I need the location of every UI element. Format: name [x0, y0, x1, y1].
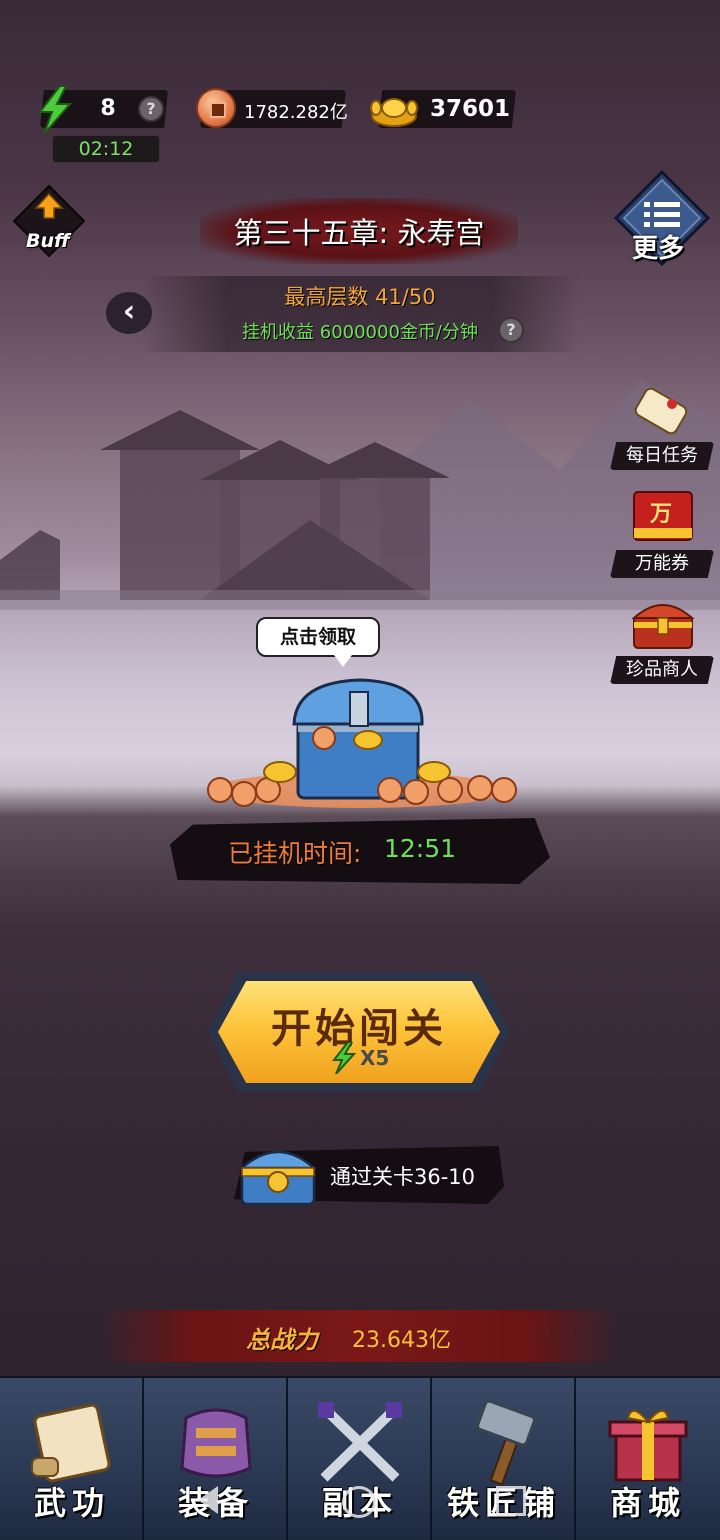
martial-scroll-icon: [31, 1403, 111, 1483]
armor-icon: [180, 1408, 252, 1478]
side-voucher[interactable]: 万 万能券: [610, 488, 714, 578]
treasure-chest-icon: [631, 604, 695, 649]
stage-reward-chest-icon[interactable]: [236, 1138, 320, 1208]
system-back-icon[interactable]: [198, 1486, 218, 1514]
system-recents-icon[interactable]: [496, 1486, 526, 1516]
energy-bolt-icon: [37, 86, 73, 134]
system-home-icon[interactable]: [342, 1486, 376, 1518]
crossed-swords-icon: [318, 1402, 402, 1482]
nav-shop[interactable]: 商城: [576, 1378, 720, 1540]
gift-box-icon: [608, 1410, 688, 1482]
stage-reward-label: 通过关卡36-10: [330, 1165, 476, 1189]
more-label: 更多: [632, 234, 685, 264]
idle-treasure-chest[interactable]: [200, 672, 520, 812]
side-treasure-merchant[interactable]: 珍品商人: [610, 594, 714, 684]
buff-label: Buff: [26, 230, 70, 252]
total-power-label: 总战力: [246, 1326, 318, 1354]
gold-value: 37601: [430, 96, 511, 122]
start-challenge-label: 开始闯关: [271, 1005, 447, 1052]
side-label-voucher: 万能券: [610, 550, 714, 578]
scroll-icon: [634, 387, 688, 435]
energy-help-button[interactable]: ?: [138, 96, 164, 122]
nav-martial-arts[interactable]: 武功: [0, 1378, 144, 1540]
side-daily-tasks[interactable]: 每日任务: [610, 380, 714, 470]
energy-cost-bolt-icon: [331, 1042, 357, 1074]
total-power-value: 23.643亿: [352, 1328, 451, 1353]
side-label-treasure-merchant: 珍品商人: [610, 656, 714, 684]
nav-label-shop: 商城: [609, 1484, 686, 1522]
gold-ingot-icon: [370, 98, 418, 127]
voucher-badge: 万: [650, 502, 673, 527]
claim-bubble[interactable]: 点击领取: [256, 617, 380, 667]
max-floor-text: 最高层数 41/50: [284, 285, 436, 309]
chapter-title: 第三十五章: 永寿宫: [233, 216, 485, 250]
idle-time-value: 12:51: [384, 834, 457, 863]
idle-time-label: 已挂机时间:: [228, 839, 362, 868]
energy-value: 8: [100, 96, 116, 121]
start-energy-cost: X5: [360, 1046, 390, 1070]
copper-coin-icon: [196, 88, 236, 128]
nav-label-martial-arts: 武功: [33, 1484, 110, 1522]
nav-equipment[interactable]: 装备: [144, 1378, 288, 1540]
copper-value: 1782.282亿: [244, 102, 348, 123]
hammer-icon: [476, 1399, 536, 1486]
previous-chapter-button[interactable]: ‹: [106, 292, 152, 334]
side-label-daily-tasks: 每日任务: [610, 442, 714, 470]
income-help-button[interactable]: ?: [498, 317, 524, 343]
energy-timer: 02:12: [52, 135, 160, 163]
